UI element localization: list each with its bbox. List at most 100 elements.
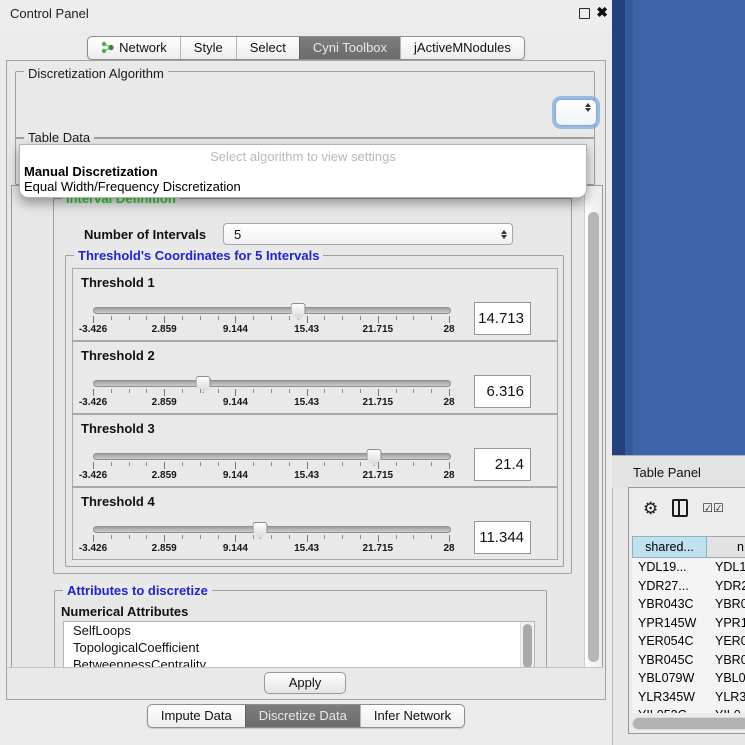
- threshold-row: Threshold 4 -3.4262.8599.14415.4321.7152…: [72, 487, 558, 560]
- axis-tick-label: 21.715: [363, 470, 394, 481]
- cell-shared-name[interactable]: YER054C: [632, 634, 707, 648]
- table-row[interactable]: YBR045C YBR0: [632, 651, 745, 670]
- tab-cyni-toolbox[interactable]: Cyni Toolbox: [299, 37, 400, 59]
- cell-name[interactable]: YER0: [707, 634, 745, 648]
- tab-infer-network[interactable]: Infer Network: [360, 705, 464, 727]
- algorithm-group: Discretization Algorithm: [15, 71, 595, 139]
- slider-tick-labels: -3.4262.8599.14415.4321.71528: [93, 324, 449, 335]
- threshold-value-input[interactable]: [474, 521, 531, 554]
- table-panel-title: Table Panel: [633, 465, 701, 480]
- cell-shared-name[interactable]: YPR145W: [632, 616, 707, 630]
- close-icon[interactable]: ✖: [596, 4, 608, 21]
- slider-tick-labels: -3.4262.8599.14415.4321.71528: [93, 470, 449, 481]
- number-of-intervals-value: 5: [224, 227, 496, 242]
- cell-shared-name[interactable]: YDL19...: [632, 560, 707, 574]
- threshold-value-input[interactable]: [474, 375, 531, 408]
- numerical-attributes-label: Numerical Attributes: [61, 604, 188, 619]
- cell-name[interactable]: YBR0: [707, 653, 745, 667]
- tab-network[interactable]: Network: [88, 37, 180, 59]
- threshold-row: Threshold 2 -3.4262.8599.14415.4321.7152…: [72, 341, 558, 414]
- axis-tick-label: 28: [443, 324, 454, 335]
- table-horizontal-scrollbar[interactable]: [632, 717, 745, 730]
- table-row[interactable]: YBL079W YBL0: [632, 669, 745, 688]
- table-toolbar: ⚙ ☑☑: [629, 488, 745, 528]
- axis-tick-label: 2.859: [152, 543, 177, 554]
- table-body: YDL19... YDL1YDR27... YDR2YBR043C YBR0YP…: [632, 558, 745, 713]
- control-panel: Control Panel ✖ NetworkStyleSelectCyni T…: [0, 0, 613, 745]
- cell-name[interactable]: YBL0: [707, 671, 745, 685]
- cell-name[interactable]: YLR3: [707, 690, 745, 704]
- cell-shared-name[interactable]: YDR27...: [632, 579, 707, 593]
- threshold-value-input[interactable]: [474, 448, 531, 481]
- tab-jactivemnodules[interactable]: jActiveMNodules: [400, 37, 524, 59]
- column-header-name[interactable]: n: [707, 536, 745, 558]
- axis-tick-label: -3.426: [79, 324, 107, 335]
- tab-style[interactable]: Style: [180, 37, 236, 59]
- slider-track[interactable]: [93, 380, 451, 387]
- float-window-icon[interactable]: [579, 8, 590, 19]
- tab-select[interactable]: Select: [236, 37, 299, 59]
- axis-tick-label: 9.144: [223, 543, 248, 554]
- table-row[interactable]: YBR043C YBR0: [632, 595, 745, 614]
- table-panel-titlebar: Table Panel: [612, 455, 745, 488]
- tab-label: Infer Network: [374, 708, 451, 723]
- table-row[interactable]: YDL19... YDL1: [632, 558, 745, 577]
- slider-track[interactable]: [93, 307, 451, 314]
- cell-name[interactable]: YIL0: [707, 708, 745, 713]
- tab-label: Network: [119, 40, 167, 55]
- cell-name[interactable]: YDR2: [707, 579, 745, 593]
- cyni-toolbox-content: Discretization Algorithm Table Data galF…: [6, 60, 606, 700]
- axis-tick-label: 21.715: [363, 324, 394, 335]
- slider-ticks: [93, 462, 449, 470]
- axis-tick-label: -3.426: [79, 543, 107, 554]
- thresholds-group-label: Threshold's Coordinates for 5 Intervals: [74, 248, 323, 263]
- popup-item-manual-discretization[interactable]: Manual Discretization: [24, 164, 158, 179]
- table-row[interactable]: YER054C YER0: [632, 632, 745, 651]
- cell-shared-name[interactable]: YBR043C: [632, 597, 707, 611]
- table-row[interactable]: YLR345W YLR3: [632, 688, 745, 707]
- select-columns-icon[interactable]: ☑☑: [702, 501, 724, 515]
- attribute-list-item[interactable]: SelfLoops: [64, 622, 534, 639]
- scrollbar-thumb[interactable]: [633, 718, 745, 729]
- split-view-icon[interactable]: [672, 499, 688, 517]
- network-desktop: GAL80GACGAL11GAL4GCY1HHAP2: [612, 0, 745, 455]
- apply-button[interactable]: Apply: [264, 672, 347, 694]
- table-row[interactable]: YIL052C YIL0: [632, 706, 745, 713]
- axis-tick-label: 15.43: [294, 324, 319, 335]
- slider-tick-labels: -3.4262.8599.14415.4321.71528: [93, 397, 449, 408]
- attributes-list-scrollbar[interactable]: [520, 622, 534, 669]
- slider-track[interactable]: [93, 453, 451, 460]
- slider-ticks: [93, 535, 449, 543]
- cell-shared-name[interactable]: YIL052C: [632, 708, 707, 713]
- table-row[interactable]: YDR27... YDR2: [632, 577, 745, 596]
- tab-label: Impute Data: [161, 708, 232, 723]
- numerical-attributes-list[interactable]: SelfLoopsTopologicalCoefficientBetweenne…: [63, 621, 535, 669]
- algorithm-combobox[interactable]: [555, 99, 597, 126]
- slider-track[interactable]: [93, 526, 451, 533]
- column-header-shared-name[interactable]: shared...: [632, 536, 707, 558]
- tab-label: jActiveMNodules: [414, 40, 511, 55]
- cell-name[interactable]: YBR0: [707, 597, 745, 611]
- table-row[interactable]: YPR145W YPR1: [632, 614, 745, 633]
- cell-shared-name[interactable]: YBL079W: [632, 671, 707, 685]
- popup-item-equal-width-frequency[interactable]: Equal Width/Frequency Discretization: [24, 179, 241, 194]
- settings-gear-icon[interactable]: ⚙: [643, 500, 658, 517]
- threshold-label: Threshold 4: [81, 494, 155, 509]
- cell-name[interactable]: YDL1: [707, 560, 745, 574]
- scrollbar-thumb[interactable]: [588, 212, 599, 662]
- attribute-list-item[interactable]: TopologicalCoefficient: [64, 639, 534, 656]
- axis-tick-label: 28: [443, 397, 454, 408]
- cell-shared-name[interactable]: YBR045C: [632, 653, 707, 667]
- threshold-value-input[interactable]: [474, 302, 531, 335]
- tab-label: Select: [250, 40, 286, 55]
- cell-shared-name[interactable]: YLR345W: [632, 690, 707, 704]
- tab-label: Style: [194, 40, 223, 55]
- tab-impute-data[interactable]: Impute Data: [148, 705, 245, 727]
- scrollbar-thumb[interactable]: [523, 624, 532, 668]
- tab-discretize-data[interactable]: Discretize Data: [245, 705, 360, 727]
- axis-tick-label: 9.144: [223, 397, 248, 408]
- cell-name[interactable]: YPR1: [707, 616, 745, 630]
- number-of-intervals-combobox[interactable]: 5: [223, 223, 513, 245]
- axis-tick-label: 9.144: [223, 324, 248, 335]
- settings-vertical-scrollbar[interactable]: [584, 186, 602, 668]
